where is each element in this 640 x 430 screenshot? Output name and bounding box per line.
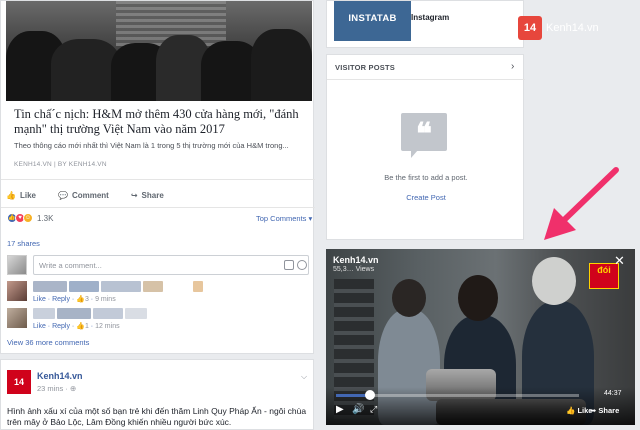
comment-time[interactable]: 12 mins <box>95 323 120 330</box>
post-options-chevron-icon[interactable]: ⌵ <box>301 372 307 382</box>
like-icon: 👍 <box>566 406 576 415</box>
play-icon[interactable]: ▶ <box>336 404 344 415</box>
comment-label: Comment <box>71 191 109 200</box>
top-comments-dropdown[interactable]: Top Comments ▾ <box>256 214 312 223</box>
pointer-arrow-icon <box>544 167 619 240</box>
avatar[interactable] <box>7 281 27 301</box>
haha-reaction-icon: ☺ <box>23 213 33 223</box>
comment-reply-link[interactable]: Reply <box>52 296 70 303</box>
instatab-logo: INSTATAB <box>334 1 411 41</box>
photo-crowd <box>251 29 312 101</box>
chevron-right-icon[interactable]: › <box>511 61 514 72</box>
comment-like-link[interactable]: Like <box>33 323 46 330</box>
divider <box>1 207 315 208</box>
video-person-head <box>532 257 576 305</box>
post-time[interactable]: 23 mins · ⊕ <box>37 384 76 393</box>
share-icon: ➦ <box>590 406 597 415</box>
top-comments-label: Top Comments <box>256 214 307 223</box>
page-post-card: 14 Kenh14.vn 23 mins · ⊕ ⌵ Hình ảnh xấu … <box>0 359 314 430</box>
create-post-link[interactable]: Create Post <box>327 193 525 202</box>
video-progress-track[interactable] <box>336 390 579 400</box>
shares-link[interactable]: 17 shares <box>7 239 40 248</box>
share-button[interactable]: ↪ Share <box>131 191 164 200</box>
video-share-label: Share <box>598 406 620 415</box>
like-icon: 👍 <box>76 323 85 330</box>
volume-icon[interactable]: 🔊 <box>352 404 364 415</box>
blurred-comment-text <box>33 281 203 292</box>
kenh14-logo: 14 <box>518 16 542 40</box>
visitor-posts-title[interactable]: VISITOR POSTS <box>335 63 395 72</box>
comment-meta: Like · Reply · 👍1 · 12 mins <box>33 323 120 330</box>
video-person-head <box>458 275 498 321</box>
post-headline[interactable]: Tin chấ´c nịch: H&M mở thêm 430 cửa hàng… <box>14 107 304 137</box>
source-by: BY KENH14.VN <box>57 161 107 168</box>
like-icon: 👍 <box>76 296 85 303</box>
like-icon: 👍 <box>6 191 16 200</box>
kenh14-watermark: 14 Kenh14.vn <box>518 16 599 40</box>
post-subline: Theo thông cáo mới nhất thì Việt Nam là … <box>14 141 289 150</box>
like-label: Like <box>19 191 36 200</box>
quote-icon: ❝ <box>401 113 447 151</box>
reaction-summary[interactable]: 👍 ♥ ☺ 1.3K <box>7 213 53 223</box>
page-avatar[interactable]: 14 <box>7 370 31 394</box>
comment-input[interactable]: Write a comment... <box>33 255 309 275</box>
sticker-icon[interactable] <box>297 260 307 270</box>
video-share-button[interactable]: ➦ Share <box>590 406 619 415</box>
post-text: Hình ảnh xấu xí của một số bạn trẻ khi đ… <box>7 406 307 427</box>
comment-button[interactable]: 💬 Comment <box>58 191 109 200</box>
video-like-button[interactable]: 👍 Like <box>566 406 592 415</box>
comment-meta: Like · Reply · 👍3 · 9 mins <box>33 296 116 303</box>
comment-item: Like · Reply · 👍1 · 12 mins <box>7 308 147 330</box>
share-icon: ↪ <box>130 191 138 200</box>
news-post-card: Tin chấ´c nịch: H&M mở thêm 430 cửa hàng… <box>0 0 315 354</box>
like-button[interactable]: 👍 Like <box>6 191 36 200</box>
comment-reaction-count: 1 <box>84 323 89 330</box>
post-time-text: 23 mins <box>37 384 64 393</box>
video-views: 55,3… Views <box>333 266 375 273</box>
comment-reply-link[interactable]: Reply <box>52 323 70 330</box>
divider <box>1 179 315 180</box>
video-time-remaining: 44:37 <box>604 390 622 397</box>
avatar[interactable] <box>7 308 27 328</box>
avatar <box>7 255 27 275</box>
comment-like-link[interactable]: Like <box>33 296 46 303</box>
page-name-link[interactable]: Kenh14.vn <box>37 371 83 381</box>
blurred-comment-text <box>33 308 147 319</box>
camera-icon[interactable] <box>284 260 294 270</box>
floating-video-player[interactable]: Kenh14.vn 55,3… Views đói ✕ 44:37 ▶ 🔊 ⤢ … <box>326 249 635 425</box>
comment-composer: Write a comment... <box>7 255 309 275</box>
quote-icon-tail <box>411 150 418 158</box>
source-domain: KENH14.VN <box>14 161 52 168</box>
view-more-comments-link[interactable]: View 36 more comments <box>7 338 89 347</box>
post-photo[interactable] <box>6 1 312 101</box>
divider <box>327 79 525 80</box>
comment-icon: 💬 <box>57 191 68 200</box>
comment-time[interactable]: 9 mins <box>95 296 116 303</box>
post-source: KENH14.VN | BY KENH14.VN <box>14 161 107 168</box>
reaction-count: 1.3K <box>37 213 54 223</box>
share-label: Share <box>141 191 164 200</box>
video-progress-knob[interactable] <box>365 390 376 400</box>
visitor-empty-text: Be the first to add a post. <box>384 173 468 182</box>
video-channel[interactable]: Kenh14.vn <box>333 255 379 265</box>
comment-placeholder: Write a comment... <box>39 260 102 270</box>
comment-reaction-count: 3 <box>84 296 89 303</box>
instatab-name: Instagram <box>411 13 450 22</box>
instatab-card[interactable]: INSTATAB Instagram <box>326 0 524 48</box>
kenh14-name: Kenh14.vn <box>546 22 599 34</box>
video-person-head <box>392 279 426 317</box>
expand-icon[interactable]: ⤢ <box>370 404 377 415</box>
comment-item: Like · Reply · 👍3 · 9 mins <box>7 281 203 303</box>
post-actions: 👍 Like 💬 Comment ↪ Share <box>6 191 164 200</box>
visitor-posts-card: VISITOR POSTS › ❝ Be the first to add a … <box>326 54 525 240</box>
globe-icon: ⊕ <box>69 384 77 393</box>
close-icon[interactable]: ✕ <box>614 253 625 269</box>
